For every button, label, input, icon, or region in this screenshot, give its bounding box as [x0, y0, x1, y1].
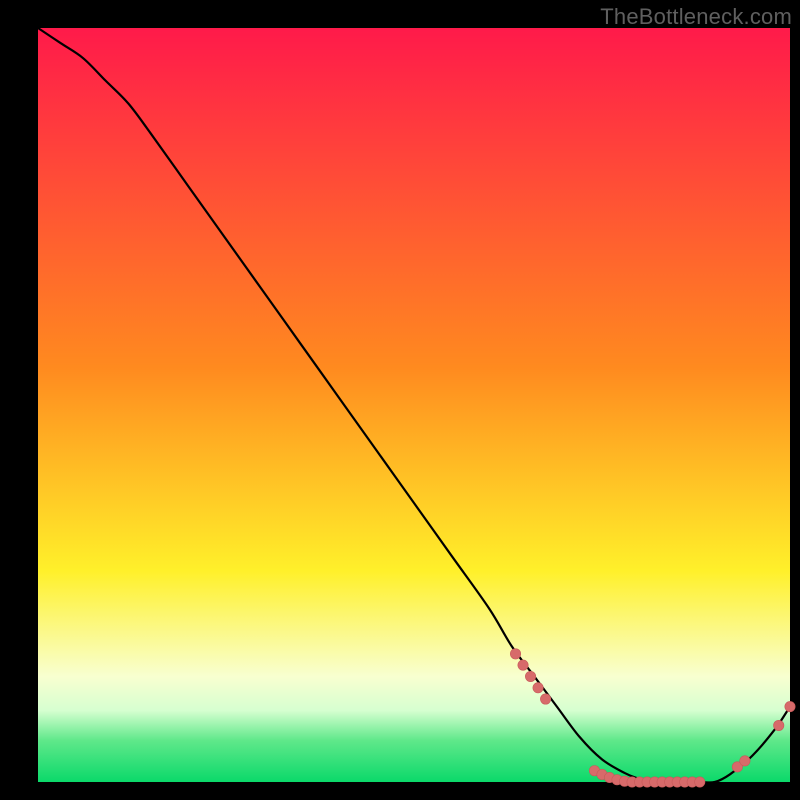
- curve-marker: [774, 720, 784, 730]
- curve-marker: [540, 694, 550, 704]
- curve-marker: [533, 683, 543, 693]
- curve-marker: [510, 649, 520, 659]
- curve-marker: [525, 671, 535, 681]
- curve-marker: [518, 660, 528, 670]
- plot-background: [38, 28, 790, 782]
- watermark-text: TheBottleneck.com: [600, 4, 792, 30]
- curve-marker: [785, 701, 795, 711]
- curve-marker: [695, 777, 705, 787]
- bottleneck-chart: [0, 0, 800, 800]
- chart-frame: TheBottleneck.com: [0, 0, 800, 800]
- curve-marker: [740, 756, 750, 766]
